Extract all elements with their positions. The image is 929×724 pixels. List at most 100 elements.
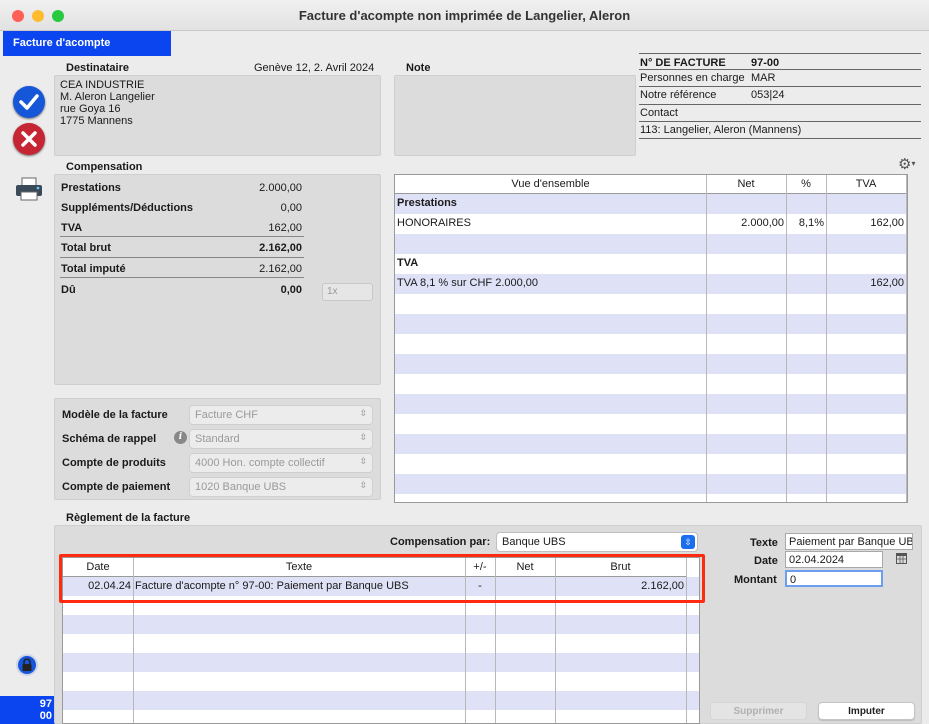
tva-label: TVA bbox=[61, 222, 83, 234]
apply-button[interactable]: Imputer bbox=[818, 702, 915, 720]
texte-input[interactable]: Paiement par Banque UB bbox=[785, 533, 913, 550]
reglement-title: Règlement de la facture bbox=[66, 512, 191, 524]
tab-facture-acompte[interactable]: Facture d'acompte bbox=[3, 31, 171, 56]
prestations-value: 2.000,00 bbox=[259, 182, 302, 194]
paiement-label: Compte de paiement bbox=[62, 481, 171, 493]
reference-value: 053|24 bbox=[751, 89, 785, 101]
invoice-no-value: 97-00 bbox=[751, 57, 780, 69]
cross-icon bbox=[21, 131, 37, 147]
invoice-no-label: N° DE FACTURE bbox=[640, 57, 726, 69]
table-row[interactable] bbox=[63, 634, 699, 653]
calendar-button[interactable] bbox=[896, 553, 907, 564]
table-row[interactable]: HONORAIRES 2.000,00 8,1% 162,00 bbox=[395, 214, 907, 234]
delete-button[interactable]: Supprimer bbox=[710, 702, 807, 720]
lock-icon bbox=[22, 658, 32, 671]
confirm-button[interactable] bbox=[13, 86, 45, 118]
invoice-info: N° DE FACTURE 97-00 Personnes en charge … bbox=[639, 53, 921, 140]
prestations-label: Prestations bbox=[61, 182, 121, 194]
stepper-icon: ⇳ bbox=[359, 408, 367, 418]
table-row[interactable] bbox=[395, 434, 907, 454]
stepper-icon: ⇳ bbox=[359, 480, 367, 490]
note-field[interactable] bbox=[394, 75, 636, 156]
compensation-par-select[interactable]: Banque UBS ⇳ bbox=[496, 532, 698, 552]
reference-label: Notre référence bbox=[640, 89, 717, 101]
table-row[interactable] bbox=[395, 474, 907, 494]
overview-table[interactable]: Vue d'ensemble Net % TVA Prestations HON… bbox=[394, 174, 908, 503]
col-header-net[interactable]: Net bbox=[706, 175, 786, 194]
row-tva: 162,00 bbox=[870, 277, 904, 289]
gear-icon: ⚙ bbox=[898, 156, 912, 173]
table-row[interactable] bbox=[63, 672, 699, 691]
modele-label: Modèle de la facture bbox=[62, 409, 168, 421]
info-icon[interactable]: i bbox=[174, 431, 187, 444]
row-tva: 162,00 bbox=[870, 217, 904, 229]
calendar-icon bbox=[897, 554, 906, 563]
montant-input[interactable]: 0 bbox=[785, 570, 883, 587]
table-row[interactable] bbox=[395, 494, 907, 502]
table-row[interactable] bbox=[395, 414, 907, 434]
table-row[interactable] bbox=[63, 691, 699, 710]
produits-select[interactable]: 4000 Hon. compte collectif ⇳ bbox=[189, 453, 373, 473]
table-row[interactable] bbox=[63, 653, 699, 672]
divider bbox=[60, 236, 304, 237]
invoice-date: Genève 12, 2. Avril 2024 bbox=[254, 62, 375, 74]
address-line: M. Aleron Langelier bbox=[60, 91, 155, 103]
table-row[interactable] bbox=[63, 615, 699, 634]
total-brut-value: 2.162,00 bbox=[259, 242, 302, 254]
chevron-down-icon: ▾ bbox=[911, 159, 916, 168]
total-impute-label: Total imputé bbox=[61, 263, 126, 275]
col-header-tva[interactable]: TVA bbox=[826, 175, 906, 194]
paiement-select[interactable]: 1020 Banque UBS ⇳ bbox=[189, 477, 373, 497]
du-value: 0,00 bbox=[280, 284, 302, 296]
col-header-vue[interactable]: Vue d'ensemble bbox=[395, 175, 706, 194]
rappel-select[interactable]: Standard ⇳ bbox=[189, 429, 373, 449]
contact-value[interactable]: 113: Langelier, Aleron (Mannens) bbox=[640, 124, 801, 136]
lock-button[interactable] bbox=[16, 654, 38, 676]
table-row[interactable] bbox=[395, 314, 907, 334]
table-row[interactable] bbox=[63, 710, 699, 723]
row-label: TVA bbox=[397, 257, 419, 269]
table-row[interactable] bbox=[395, 374, 907, 394]
table-row[interactable] bbox=[395, 394, 907, 414]
multiplier-input[interactable]: 1x bbox=[322, 283, 373, 301]
window-title: Facture d'acompte non imprimée de Langel… bbox=[298, 8, 631, 23]
supplements-label: Suppléments/Déductions bbox=[61, 202, 194, 214]
rappel-value: Standard bbox=[195, 433, 240, 445]
table-row[interactable]: Prestations bbox=[395, 194, 907, 214]
date-label: Date bbox=[754, 555, 778, 567]
table-row[interactable]: TVA bbox=[395, 254, 907, 274]
table-row[interactable] bbox=[395, 454, 907, 474]
stepper-icon: ⇳ bbox=[359, 456, 367, 466]
table-row[interactable]: TVA 8,1 % sur CHF 2.000,00 162,00 bbox=[395, 274, 907, 294]
cancel-button[interactable] bbox=[13, 123, 45, 155]
settings-menu-button[interactable]: ⚙▾ bbox=[898, 157, 922, 173]
table-row[interactable] bbox=[395, 334, 907, 354]
contact-label: Contact bbox=[640, 107, 678, 119]
modele-select[interactable]: Facture CHF ⇳ bbox=[189, 405, 373, 425]
supplements-value: 0,00 bbox=[280, 202, 302, 214]
counter-line-1: 97 bbox=[39, 698, 52, 710]
row-label: TVA 8,1 % sur CHF 2.000,00 bbox=[397, 277, 539, 289]
produits-label: Compte de produits bbox=[62, 457, 166, 469]
row-label: HONORAIRES bbox=[397, 217, 471, 229]
compensation-title: Compensation bbox=[66, 161, 143, 173]
divider bbox=[60, 257, 304, 258]
destinataire-label: Destinataire bbox=[66, 62, 129, 74]
print-button[interactable] bbox=[14, 176, 44, 202]
row-label: Prestations bbox=[397, 197, 457, 209]
table-row[interactable] bbox=[395, 354, 907, 374]
table-row[interactable] bbox=[395, 294, 907, 314]
montant-label: Montant bbox=[734, 574, 777, 586]
charge-value: MAR bbox=[751, 72, 776, 84]
destinataire-panel[interactable]: CEA INDUSTRIE M. Aleron Langelier rue Go… bbox=[54, 75, 381, 156]
column-divider bbox=[906, 175, 907, 502]
checkmark-icon bbox=[19, 94, 39, 110]
table-row[interactable] bbox=[395, 234, 907, 254]
compensation-par-label: Compensation par: bbox=[390, 536, 491, 548]
date-input[interactable]: 02.04.2024 bbox=[785, 551, 883, 568]
divider bbox=[60, 277, 304, 278]
du-label: Dû bbox=[61, 284, 76, 296]
rappel-label: Schéma de rappel bbox=[62, 433, 157, 445]
col-header-pct[interactable]: % bbox=[786, 175, 826, 194]
produits-value: 4000 Hon. compte collectif bbox=[195, 457, 325, 469]
